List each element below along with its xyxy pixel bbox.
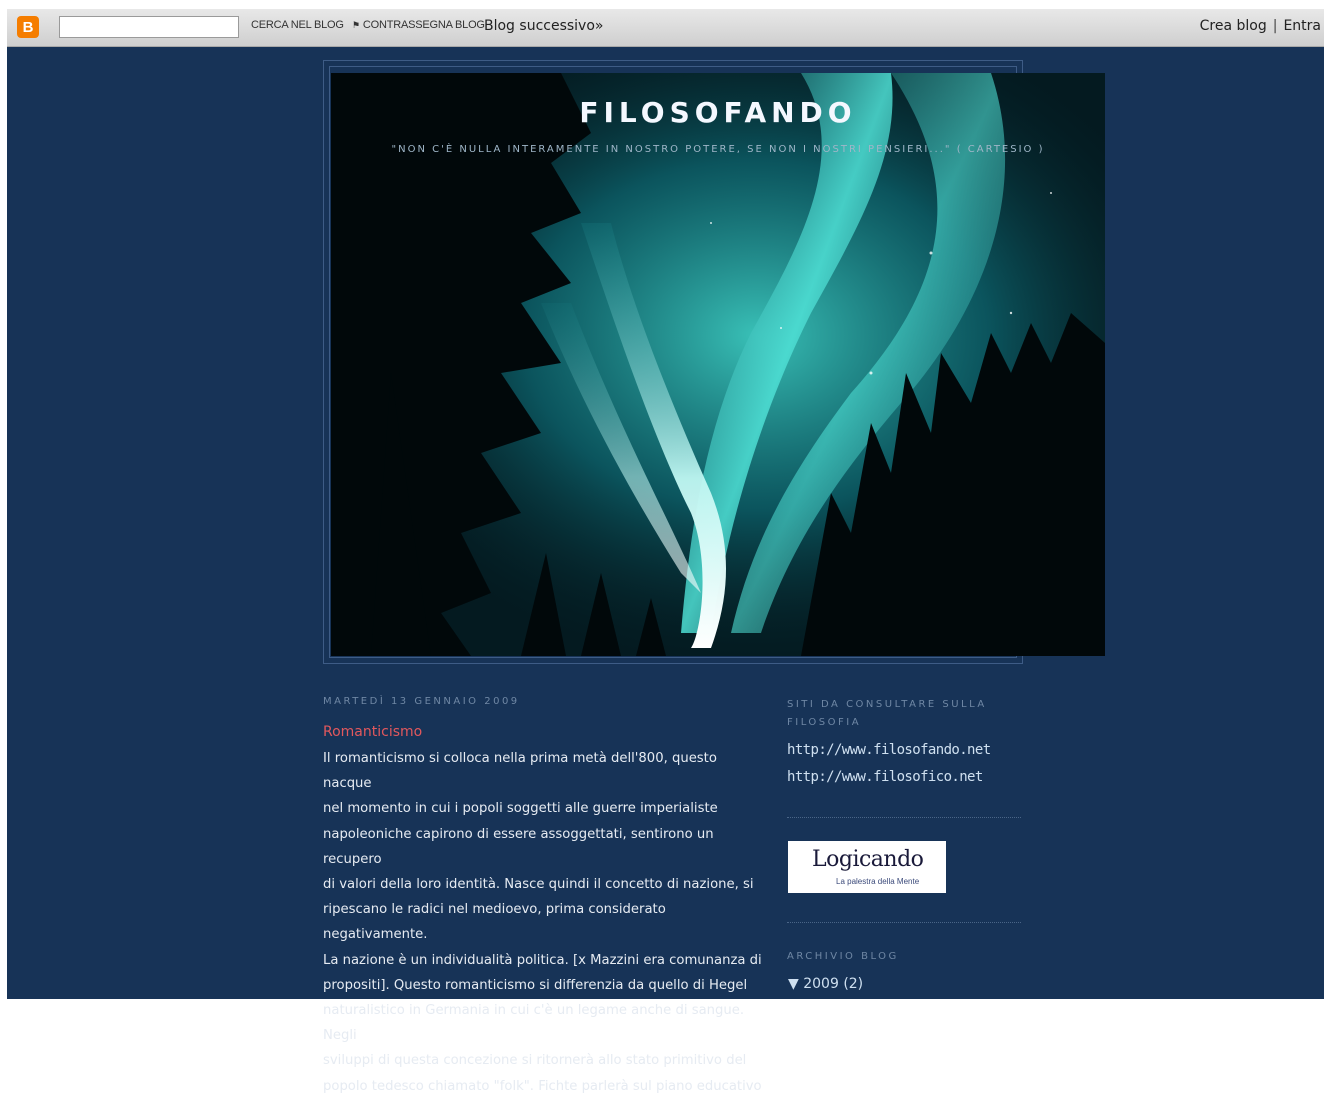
blog-title[interactable]: FILOSOFANDO	[331, 96, 1105, 129]
logicando-logo-text: Logicando	[812, 847, 924, 872]
post-body-line: nel momento in cui i popoli soggetti all…	[323, 801, 718, 817]
logicando-banner[interactable]: Logicando La palestra della Mente	[788, 841, 946, 893]
blog-description: "NON C'È NULLA INTERAMENTE IN NOSTRO POT…	[391, 144, 1045, 155]
post-body-line: di valori della loro identità. Nasce qui…	[323, 877, 754, 893]
post-title-link[interactable]: Romanticismo	[323, 724, 422, 740]
login-link[interactable]: Entra	[1283, 18, 1321, 34]
links-widget-heading: SITI DA CONSULTARE SULLA FILOSOFIA	[787, 699, 987, 728]
search-blog-button[interactable]: CERCA NEL BLOG	[251, 19, 344, 31]
post-body-line: naturalistico in Germania in cui c'è un …	[323, 1003, 745, 1044]
header-aurora-image[interactable]	[331, 73, 1105, 656]
post-date: MARTEDÌ 13 GENNAIO 2009	[323, 696, 520, 707]
navbar-search-input[interactable]	[59, 16, 239, 38]
blogger-navbar: B CERCA NEL BLOG ⚑ CONTRASSEGNA BLOG Blog…	[7, 9, 1324, 47]
archive-year-label[interactable]: ▼ 2009	[788, 976, 839, 992]
post-body: Il romanticismo si colloca nella prima m…	[323, 746, 763, 1099]
create-blog-link[interactable]: Crea blog	[1200, 18, 1267, 34]
post-body-line: sviluppi di questa concezione si ritorne…	[323, 1053, 747, 1069]
post-body-line: La nazione è un individualità politica. …	[323, 952, 762, 968]
sidebar-link-filosofico[interactable]: http://www.filosofico.net	[787, 769, 983, 785]
navbar-separator: |	[1272, 18, 1278, 34]
flag-blog-label: CONTRASSEGNA BLOG	[362, 19, 485, 31]
post-body-line: propositi]. Questo romanticismo si diffe…	[323, 977, 748, 993]
flag-blog-button[interactable]: ⚑ CONTRASSEGNA BLOG	[352, 19, 485, 31]
post-body-line: napoleoniche capirono di essere assogget…	[323, 826, 714, 867]
archive-year-2009[interactable]: ▼ 2009 (2)	[788, 976, 863, 992]
archive-post-count: (2)	[843, 976, 864, 992]
archive-widget-heading: ARCHIVIO BLOG	[787, 951, 899, 962]
blogger-logo-icon[interactable]: B	[17, 16, 39, 38]
flag-icon: ⚑	[352, 20, 360, 30]
post-body-line: Il romanticismo si colloca nella prima m…	[323, 751, 717, 792]
sidebar-link-filosofando[interactable]: http://www.filosofando.net	[787, 742, 991, 758]
sidebar-divider	[787, 922, 1021, 923]
logicando-logo-subtitle: La palestra della Mente	[836, 877, 920, 886]
sidebar-divider	[787, 817, 1021, 818]
post-body-line: popolo tedesco chiamato "folk". Fichte p…	[323, 1078, 762, 1094]
next-blog-link[interactable]: Blog successivo»	[484, 18, 603, 34]
post-body-line: ripescano le radici nel medioevo, prima …	[323, 902, 666, 943]
aurora-illustration	[331, 73, 1105, 656]
navbar-account-links: Crea blog | Entra	[1200, 18, 1321, 34]
